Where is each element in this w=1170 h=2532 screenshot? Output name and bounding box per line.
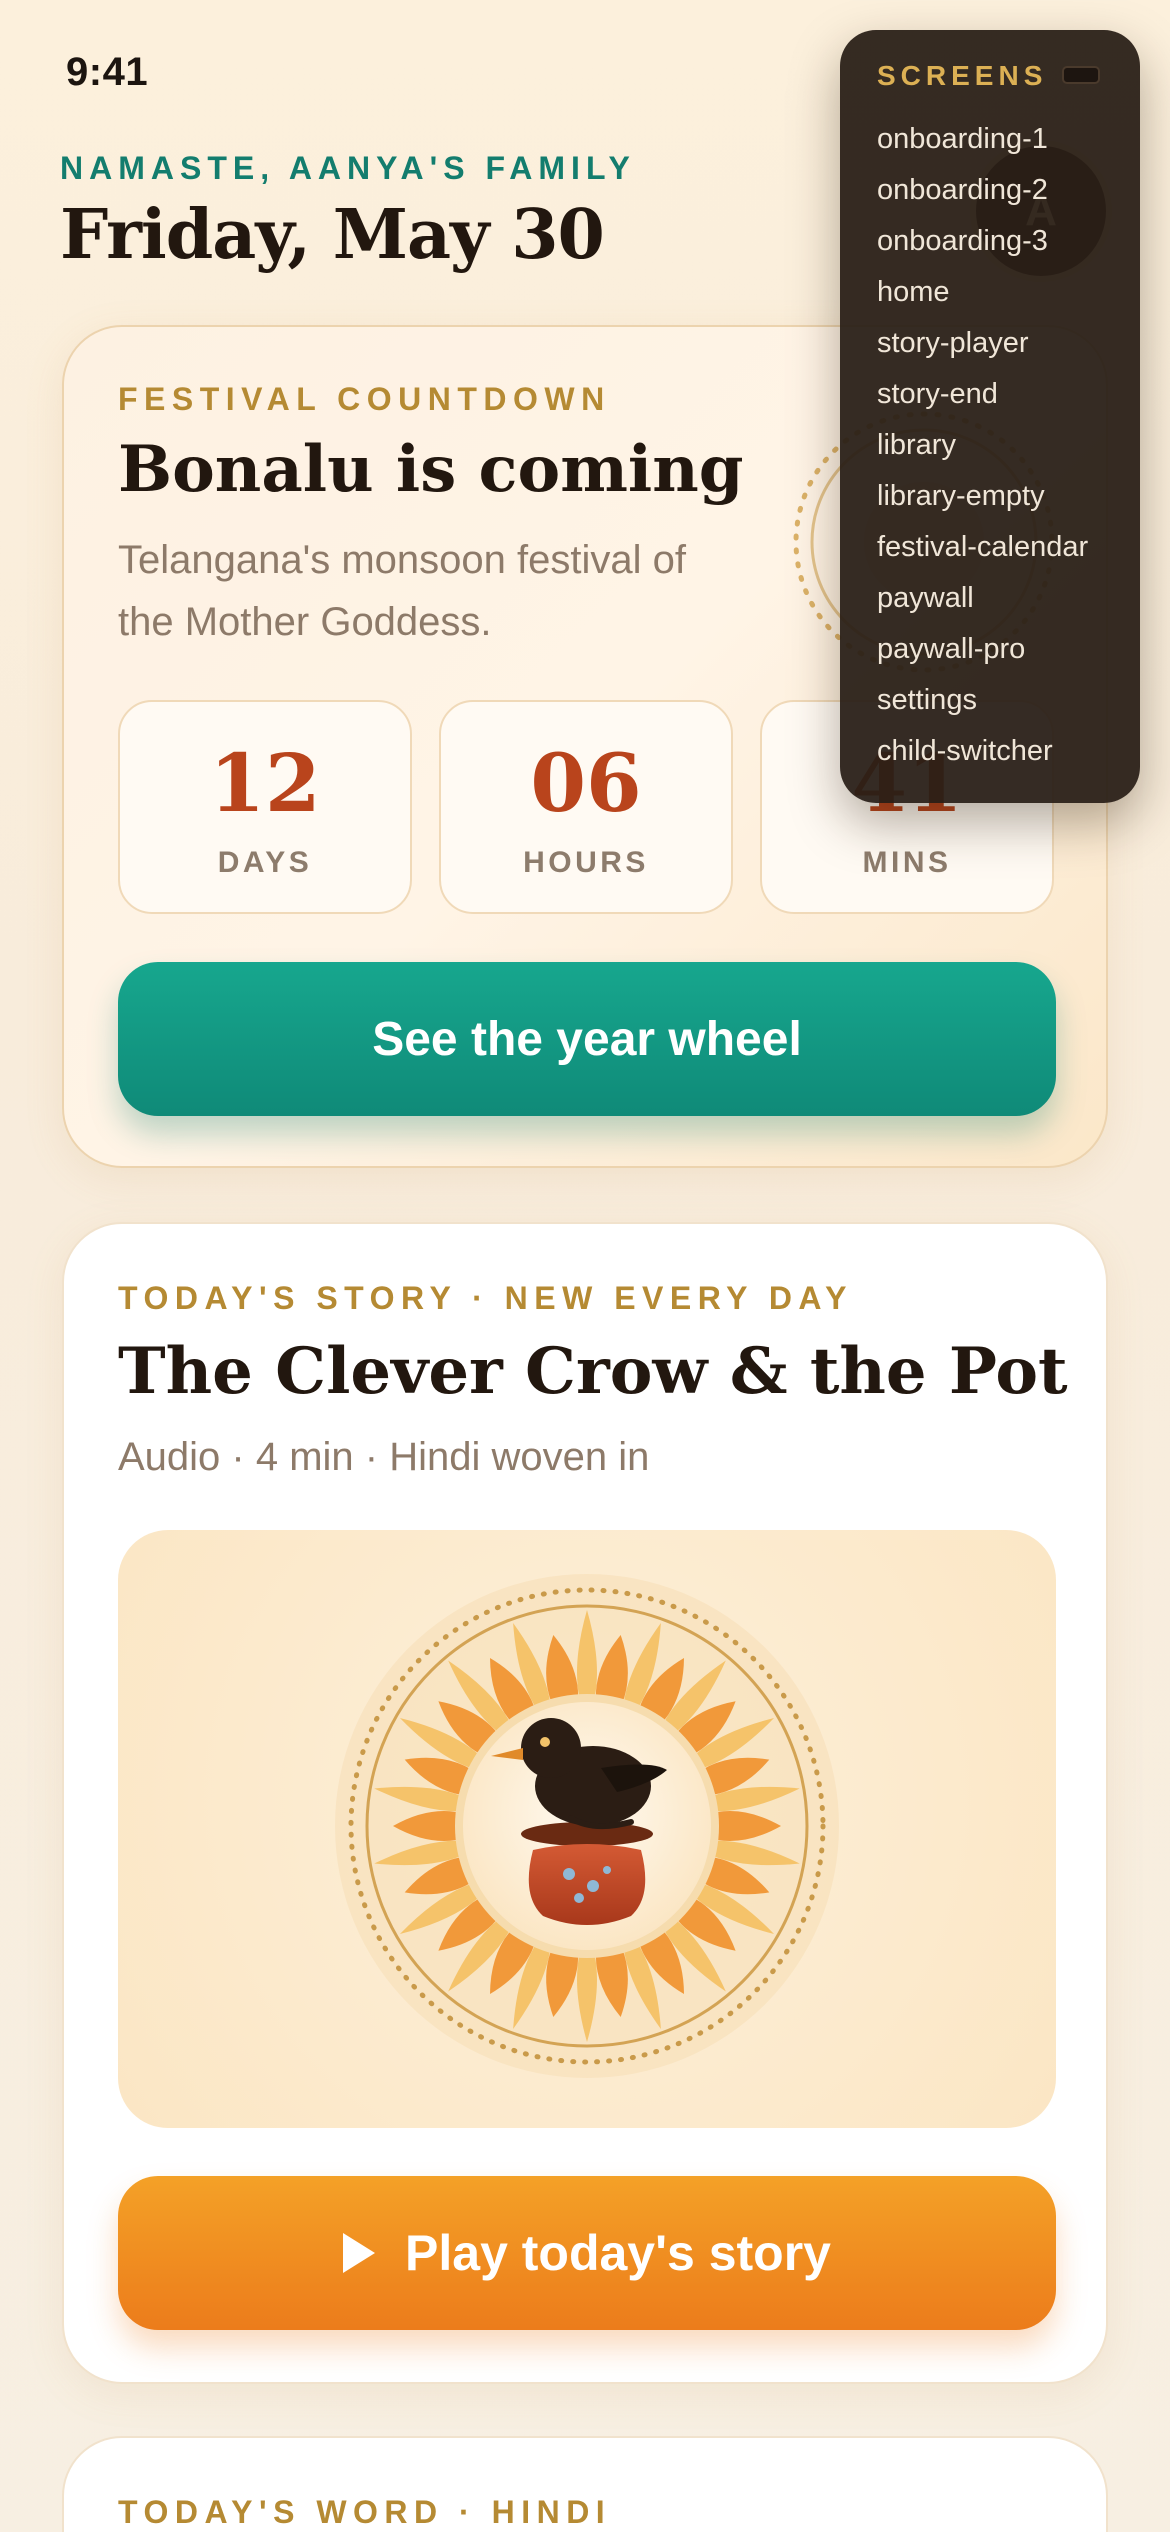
festival-subtitle-line-2: the Mother Goddess. bbox=[118, 600, 492, 644]
play-icon bbox=[343, 2233, 376, 2273]
screen-link-story-player[interactable]: story-player bbox=[877, 318, 1140, 369]
festival-title: Bonalu is coming bbox=[118, 432, 744, 507]
play-button-label: Play today's story bbox=[405, 2225, 831, 2281]
story-meta: Audio · 4 min · Hindi woven in bbox=[118, 1435, 650, 1479]
screen-link-onboarding-3[interactable]: onboarding-3 bbox=[877, 216, 1140, 267]
countdown-hours: 06 HOURS bbox=[439, 700, 733, 914]
see-year-wheel-button[interactable]: See the year wheel bbox=[118, 962, 1056, 1116]
screen-link-child-switcher[interactable]: child-switcher bbox=[877, 726, 1140, 777]
screen-link-home[interactable]: home bbox=[877, 267, 1140, 318]
screen-link-library[interactable]: library bbox=[877, 420, 1140, 471]
todays-word-card: TODAY'S WORD · HINDI bbox=[62, 2436, 1108, 2532]
crow-pot-illustration bbox=[335, 1574, 839, 2078]
countdown-days: 12 DAYS bbox=[118, 700, 412, 914]
screen-link-onboarding-1[interactable]: onboarding-1 bbox=[877, 114, 1140, 165]
screens-overlay: SCREENS onboarding-1 onboarding-2 onboar… bbox=[840, 30, 1140, 803]
collapse-toggle-icon[interactable] bbox=[1062, 66, 1100, 84]
todays-story-card: TODAY'S STORY · NEW EVERY DAY The Clever… bbox=[62, 1222, 1108, 2384]
screens-heading: SCREENS bbox=[877, 60, 1048, 91]
story-artwork bbox=[118, 1530, 1056, 2128]
word-eyebrow: TODAY'S WORD · HINDI bbox=[118, 2494, 612, 2530]
countdown-days-value: 12 bbox=[209, 736, 321, 830]
story-title: The Clever Crow & the Pot bbox=[118, 1334, 1068, 1409]
screen-link-paywall-pro[interactable]: paywall-pro bbox=[877, 624, 1140, 675]
screen-link-onboarding-2[interactable]: onboarding-2 bbox=[877, 165, 1140, 216]
screen-link-settings[interactable]: settings bbox=[877, 675, 1140, 726]
screen-link-paywall[interactable]: paywall bbox=[877, 573, 1140, 624]
greeting: NAMASTE, AANYA'S FAMILY bbox=[60, 150, 636, 186]
countdown-hours-value: 06 bbox=[530, 736, 642, 830]
page-title: Friday, May 30 bbox=[60, 195, 605, 275]
countdown-hours-label: HOURS bbox=[523, 846, 649, 879]
play-todays-story-button[interactable]: Play today's story bbox=[118, 2176, 1056, 2330]
festival-subtitle-line-1: Telangana's monsoon festival of bbox=[118, 538, 686, 582]
screens-list: onboarding-1 onboarding-2 onboarding-3 h… bbox=[877, 114, 1140, 777]
screen-link-library-empty[interactable]: library-empty bbox=[877, 471, 1140, 522]
story-eyebrow: TODAY'S STORY · NEW EVERY DAY bbox=[118, 1280, 853, 1316]
countdown-days-label: DAYS bbox=[217, 846, 313, 879]
festival-eyebrow: FESTIVAL COUNTDOWN bbox=[118, 381, 611, 417]
screen-link-festival-calendar[interactable]: festival-calendar bbox=[877, 522, 1140, 573]
status-time: 9:41 bbox=[66, 50, 149, 94]
screen-link-story-end[interactable]: story-end bbox=[877, 369, 1140, 420]
countdown-mins-label: MINS bbox=[862, 846, 952, 879]
